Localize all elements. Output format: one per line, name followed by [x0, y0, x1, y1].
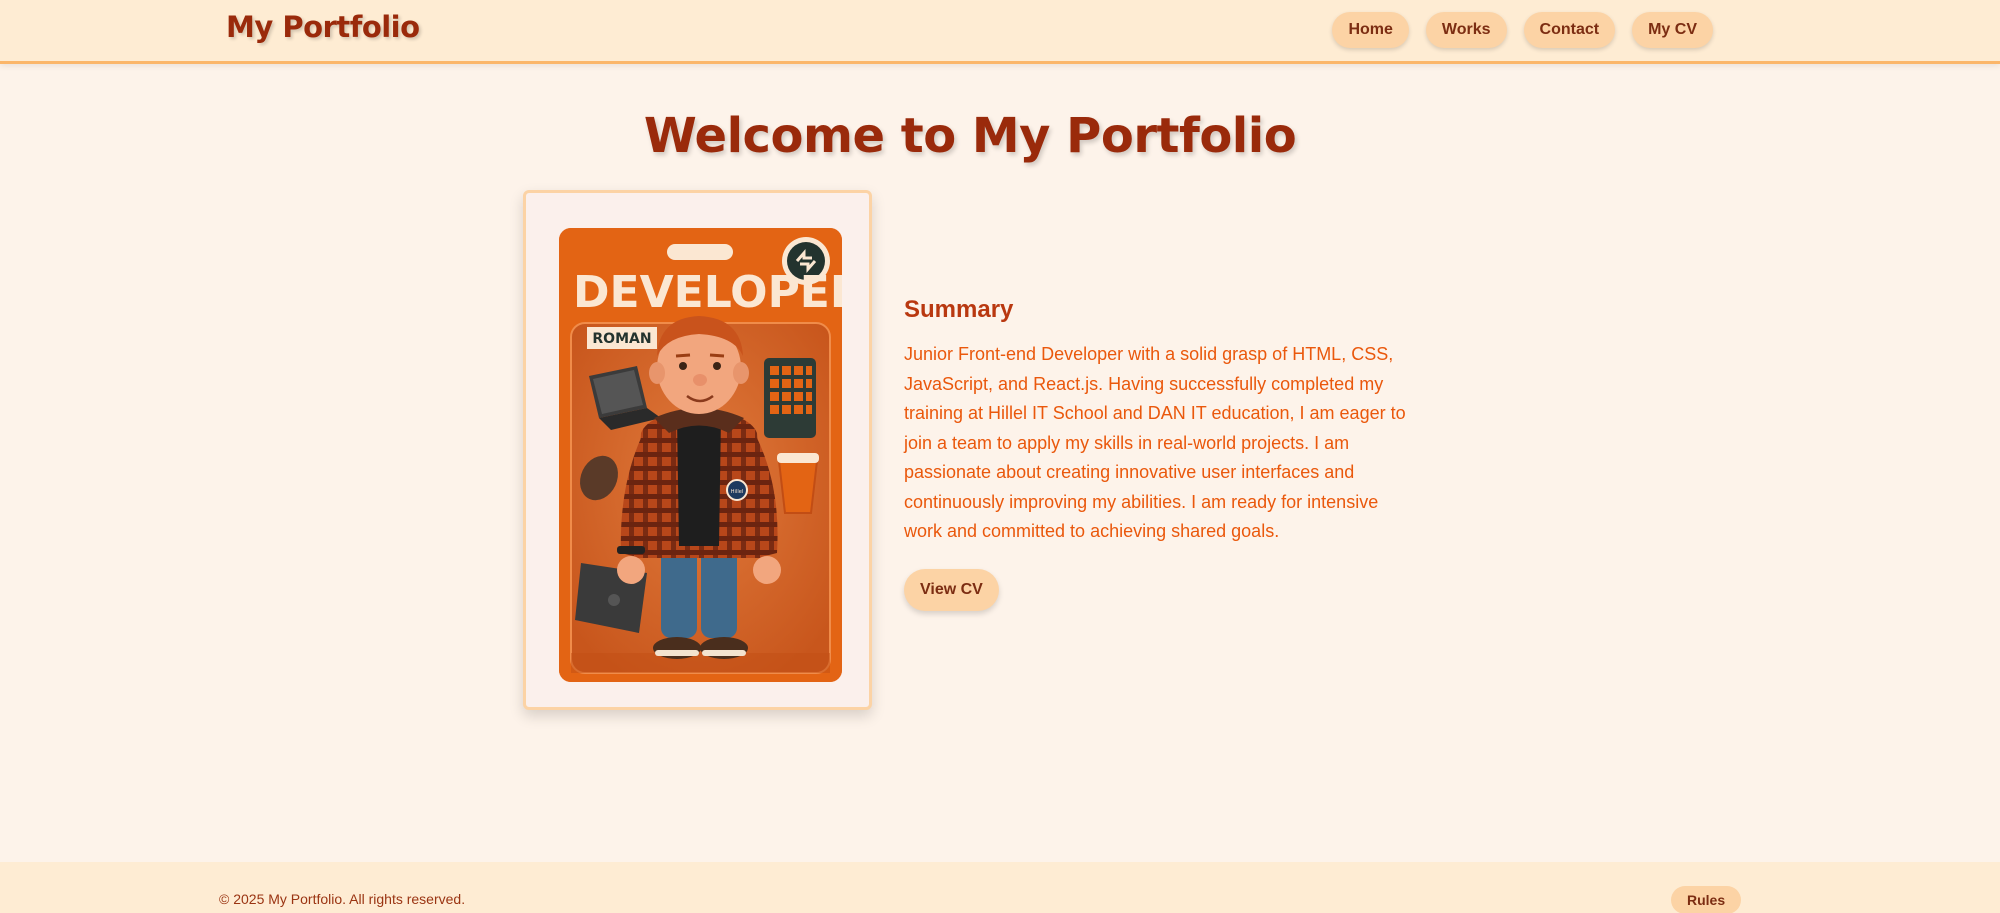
- summary-text: Junior Front-end Developer with a solid …: [904, 344, 1406, 541]
- profile-photo: DEVELOPER ROMAN Hillel: [559, 228, 842, 682]
- copyright-text: © 2025 My Portfolio. All rights reserved…: [219, 891, 466, 907]
- card-title-text: DEVELOPER: [573, 267, 842, 318]
- badge-text: Hillel: [731, 489, 743, 495]
- profile-photo-card: DEVELOPER ROMAN Hillel: [523, 190, 872, 710]
- rules-button[interactable]: Rules: [1671, 886, 1742, 913]
- nav-contact-button[interactable]: Contact: [1523, 12, 1616, 48]
- name-tag-text: ROMAN: [592, 331, 651, 347]
- view-cv-button[interactable]: View CV: [904, 569, 999, 611]
- site-header: My Portfolio Home Works Contact My CV: [0, 0, 2000, 64]
- developer-figure-illustration: DEVELOPER ROMAN Hillel: [559, 228, 842, 682]
- site-footer: © 2025 My Portfolio. All rights reserved…: [0, 862, 2000, 913]
- nav-home-button[interactable]: Home: [1332, 12, 1409, 48]
- page-title: Welcome to My Portfolio: [643, 108, 1297, 164]
- site-logo[interactable]: My Portfolio: [226, 10, 420, 44]
- main-nav: Home Works Contact My CV: [1332, 12, 1713, 48]
- summary-heading: Summary: [904, 296, 1014, 323]
- nav-my-cv-button[interactable]: My CV: [1632, 12, 1713, 48]
- nav-works-button[interactable]: Works: [1425, 12, 1507, 48]
